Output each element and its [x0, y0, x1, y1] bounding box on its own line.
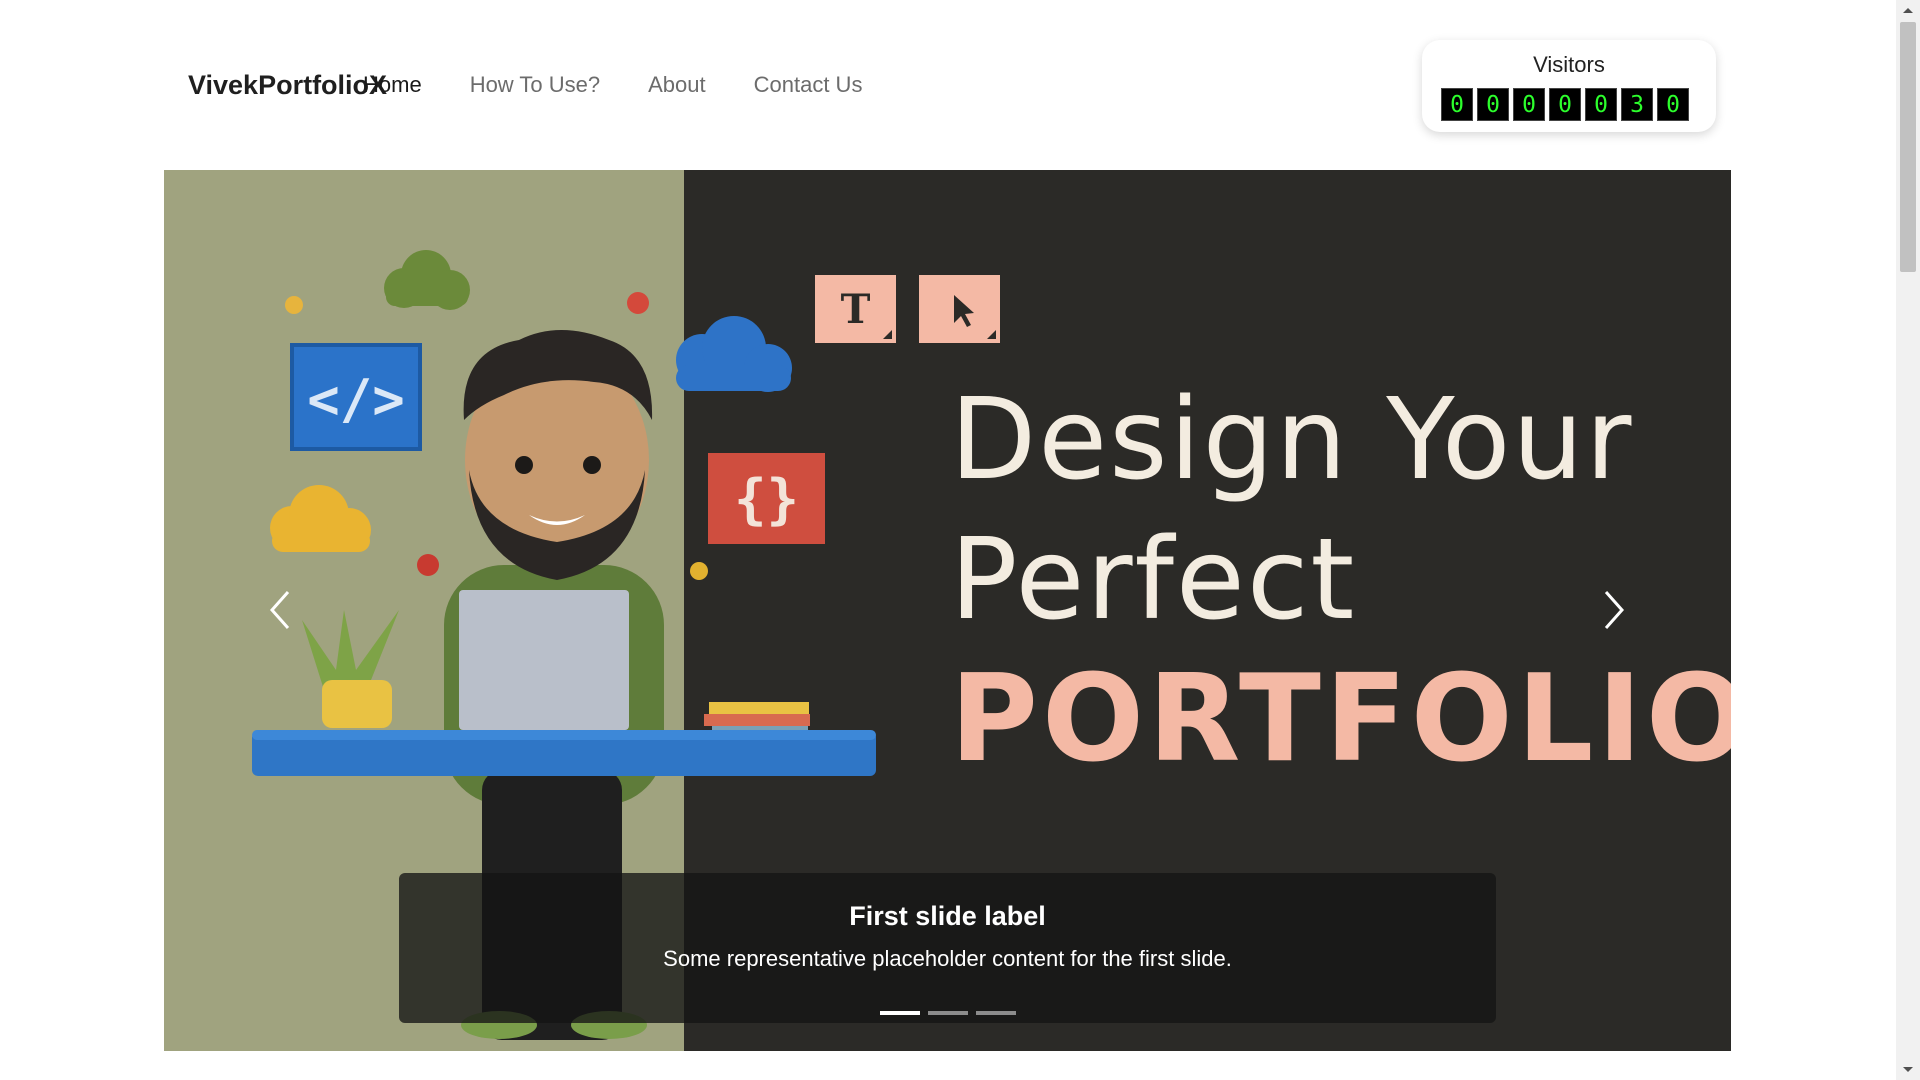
counter-digit: 0 — [1441, 88, 1473, 121]
carousel-indicator-2[interactable] — [927, 1011, 968, 1015]
cursor-tool-icon — [919, 275, 1000, 343]
hero-heading-line-1: Design Your — [950, 375, 1634, 505]
carousel-prev-button[interactable] — [250, 570, 310, 650]
carousel-next-button[interactable] — [1584, 570, 1644, 650]
counter-digit: 3 — [1621, 88, 1653, 121]
counter-digit: 0 — [1513, 88, 1545, 121]
slide-caption-title: First slide label — [849, 901, 1046, 931]
visitor-counter: Visitors 0 0 0 0 0 3 0 — [1422, 40, 1716, 132]
slide-caption: First slide label Some representative pl… — [399, 873, 1496, 1023]
code-tag-icon: </> — [307, 368, 405, 431]
nav-link-home[interactable]: Home — [363, 72, 422, 98]
hero-carousel: </> {} T Design Your Perfect PORTFOLIO F… — [164, 170, 1731, 1051]
chevron-left-icon — [269, 591, 290, 629]
nav-links: Home How To Use? About Contact Us — [363, 72, 910, 98]
counter-digit: 0 — [1549, 88, 1581, 121]
scroll-up-arrow-icon[interactable] — [1896, 0, 1920, 20]
page: VivekPortfolioX Home How To Use? About C… — [0, 0, 1896, 1080]
slide-caption-text: Some representative placeholder content … — [663, 946, 1232, 971]
visitor-counter-title: Visitors — [1533, 52, 1605, 77]
nav-link-contact-us[interactable]: Contact Us — [754, 72, 863, 98]
nav-link-about[interactable]: About — [648, 72, 706, 98]
nav-link-how-to-use[interactable]: How To Use? — [470, 72, 600, 98]
page-scrollbar[interactable] — [1896, 0, 1920, 1080]
hero-heading-line-3: PORTFOLIO — [950, 650, 1731, 789]
counter-digit: 0 — [1477, 88, 1509, 121]
counter-digit: 0 — [1657, 88, 1689, 121]
carousel-indicators — [399, 1011, 1496, 1015]
scrollbar-thumb[interactable] — [1900, 22, 1916, 272]
chevron-right-icon — [1604, 591, 1625, 629]
curly-braces-icon: {} — [733, 468, 800, 531]
scroll-down-arrow-icon[interactable] — [1896, 1060, 1920, 1080]
brand-logo[interactable]: VivekPortfolioX — [188, 70, 387, 101]
carousel-indicator-1[interactable] — [879, 1011, 920, 1015]
navbar: VivekPortfolioX Home How To Use? About C… — [164, 40, 1732, 135]
carousel-indicator-3[interactable] — [975, 1011, 1016, 1015]
hero-heading-line-2: Perfect — [950, 515, 1357, 645]
visitor-counter-digits: 0 0 0 0 0 3 0 — [1441, 88, 1693, 121]
text-tool-icon: T — [815, 275, 896, 343]
counter-digit: 0 — [1585, 88, 1617, 121]
